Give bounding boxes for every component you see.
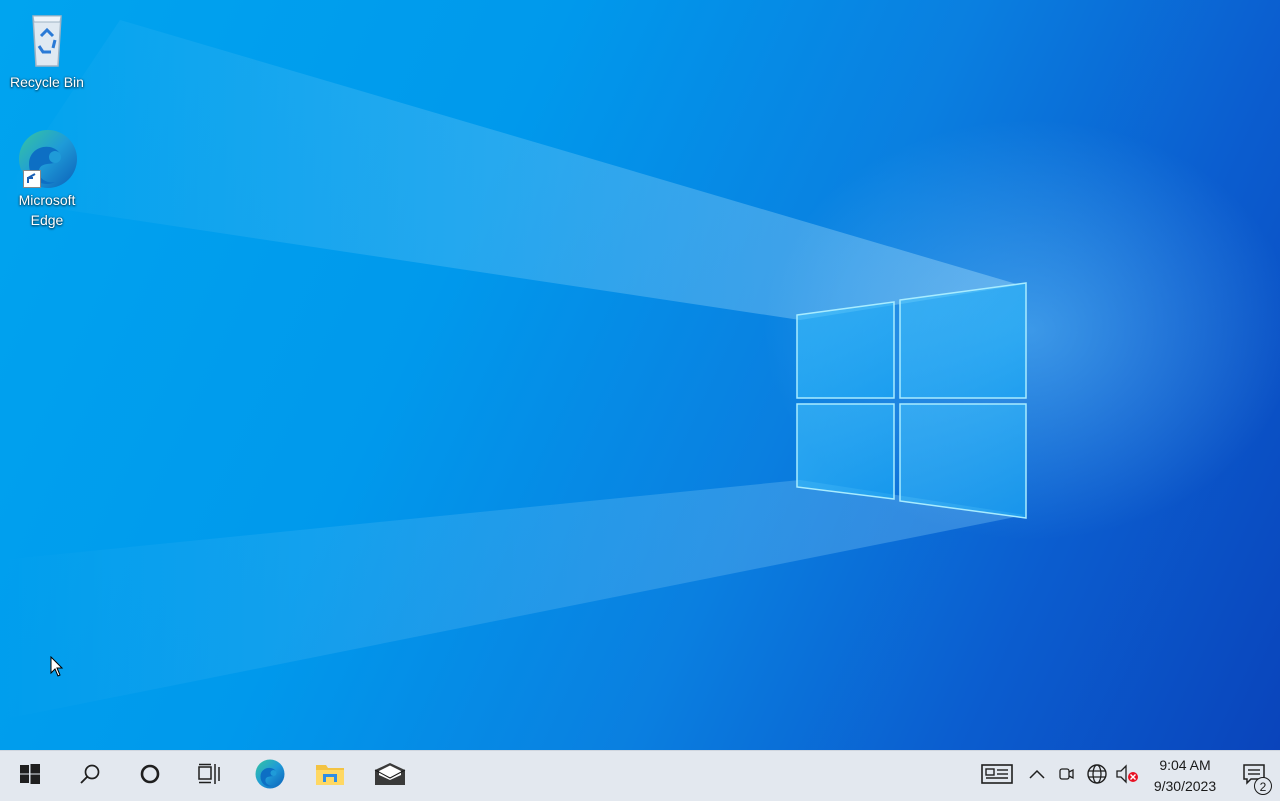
- cortana-button[interactable]: [120, 751, 180, 801]
- taskbar-mail-button[interactable]: [360, 751, 420, 801]
- mail-icon: [374, 762, 406, 791]
- microsoft-edge-label: Microsoft Edge: [18, 192, 76, 228]
- search-icon: [79, 763, 101, 790]
- meet-now-button[interactable]: [1052, 751, 1082, 801]
- network-button[interactable]: [1082, 751, 1112, 801]
- desktop-icon-recycle-bin[interactable]: Recycle Bin: [5, 8, 89, 92]
- edge-icon: [15, 126, 79, 190]
- volume-muted-icon: [1115, 763, 1139, 789]
- task-view-button[interactable]: [180, 751, 240, 801]
- system-tray: 9:04 AM 9/30/2023 2: [972, 751, 1280, 801]
- action-center-button[interactable]: 2: [1228, 751, 1280, 801]
- taskbar: 9:04 AM 9/30/2023 2: [0, 750, 1280, 801]
- task-view-icon: [198, 763, 222, 790]
- network-globe-icon: [1086, 763, 1108, 790]
- edge-icon: [254, 758, 286, 795]
- meet-now-icon: [1058, 766, 1076, 787]
- taskbar-file-explorer-button[interactable]: [300, 751, 360, 801]
- desktop-icon-microsoft-edge[interactable]: Microsoft Edge: [5, 126, 89, 230]
- wallpaper-light-beams: [0, 20, 1025, 720]
- chevron-up-icon: [1028, 767, 1046, 785]
- desktop[interactable]: Recycle Bin Microsoft Edge: [0, 0, 1280, 750]
- show-hidden-icons-button[interactable]: [1022, 751, 1052, 801]
- volume-button[interactable]: [1112, 751, 1142, 801]
- news-widget-button[interactable]: [972, 751, 1022, 801]
- shortcut-arrow-icon: [23, 170, 41, 188]
- search-button[interactable]: [60, 751, 120, 801]
- windows-logo-icon: [19, 763, 41, 790]
- start-button[interactable]: [0, 751, 60, 801]
- wallpaper-windows-logo: [796, 282, 1027, 519]
- recycle-bin-label: Recycle Bin: [10, 74, 84, 90]
- clock-time: 9:04 AM: [1159, 757, 1211, 773]
- cortana-icon: [139, 763, 161, 790]
- news-widget-icon: [981, 763, 1013, 790]
- clock-date: 9/30/2023: [1153, 778, 1217, 794]
- recycle-bin-icon: [15, 8, 79, 72]
- file-explorer-icon: [315, 761, 345, 792]
- clock-button[interactable]: 9:04 AM 9/30/2023: [1142, 755, 1228, 797]
- taskbar-edge-button[interactable]: [240, 751, 300, 801]
- mouse-cursor-icon: [50, 655, 64, 683]
- notification-count-badge: 2: [1254, 777, 1272, 795]
